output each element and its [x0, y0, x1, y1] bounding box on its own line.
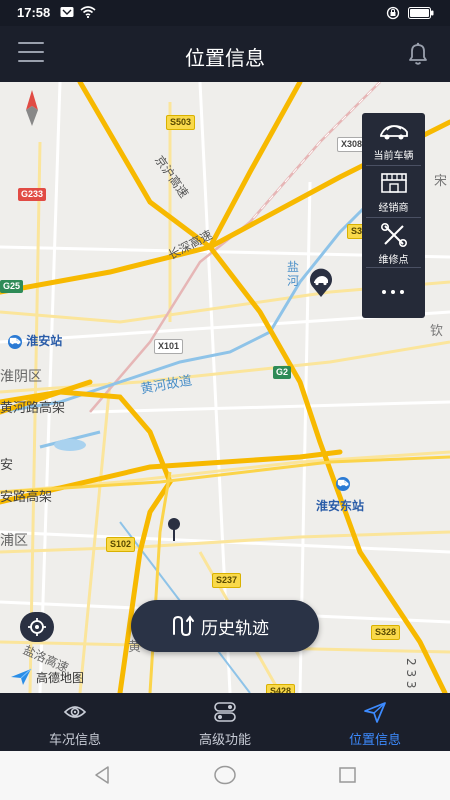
- car-icon: [380, 125, 408, 140]
- back-icon[interactable]: [92, 765, 112, 785]
- bottom-tab-bar: 车况信息 高级功能 位置信息: [0, 693, 450, 751]
- district-label-pu: 浦区: [0, 533, 28, 549]
- road-badge-g25: G25: [0, 280, 24, 293]
- crosshair-icon: [28, 618, 46, 636]
- road-label-huanghe: 黄河路高架: [0, 401, 66, 416]
- road-badge-g233: G233: [18, 188, 47, 201]
- recents-icon[interactable]: [338, 765, 358, 785]
- current-position-pin: [168, 518, 180, 541]
- dealer-label: 经销商: [378, 203, 409, 214]
- repair-label: 维修点: [378, 255, 409, 266]
- station-label-huaian-east: ⛟ 淮安东站: [316, 477, 365, 513]
- wifi-icon: [80, 6, 96, 18]
- tab-vehicle-status-label: 车况信息: [48, 733, 101, 748]
- more-button[interactable]: [362, 269, 425, 315]
- road-badge-s328: S328: [371, 625, 401, 640]
- tab-location-label: 位置信息: [348, 733, 401, 748]
- road-badge-g2: G2: [273, 366, 292, 379]
- lock-rotation-icon: [386, 6, 400, 20]
- road-badge-s428: S428: [266, 684, 296, 693]
- page-title: 位置信息: [185, 46, 265, 70]
- road-badge-s503: S503: [166, 115, 196, 130]
- status-bar: 17:58: [0, 0, 450, 26]
- amap-logo-icon: [11, 668, 32, 685]
- amap-logo-text: 高德地图: [36, 670, 85, 685]
- tab-advanced-label: 高级功能: [198, 733, 251, 748]
- train-station-icon: ⛟: [8, 334, 22, 349]
- status-time: 17:58: [17, 5, 51, 20]
- dealer-button[interactable]: 经销商: [362, 167, 425, 217]
- bell-icon: [409, 42, 427, 65]
- map-view[interactable]: 京沪高速 长深高速 ⛟ 淮安站 淮阴区 黄河路高架 黄河故道 安 安路高架 浦区…: [0, 82, 450, 693]
- notification-button[interactable]: [406, 41, 430, 67]
- history-track-label: 历史轨迹: [201, 619, 269, 639]
- road-badge-s102: S102: [106, 537, 136, 552]
- train-station-icon: ⛟: [336, 477, 350, 491]
- district-label-huaiyin: 淮阴区: [0, 369, 42, 385]
- current-vehicle-button[interactable]: 当前车辆: [362, 115, 425, 165]
- map-side-panel: 当前车辆 经销商 维修点: [362, 113, 425, 318]
- home-icon[interactable]: [213, 765, 237, 785]
- repair-button[interactable]: 维修点: [362, 219, 425, 269]
- store-icon: [381, 173, 407, 193]
- wrench-screwdriver-icon: [381, 223, 407, 247]
- vehicle-location-marker[interactable]: [308, 268, 334, 298]
- history-track-button[interactable]: 历史轨迹: [131, 600, 319, 652]
- river-label-yan-2: 河: [287, 274, 300, 288]
- expressway-number: 2 3 3: [404, 658, 418, 689]
- tab-advanced[interactable]: 高级功能: [150, 693, 300, 751]
- current-vehicle-label: 当前车辆: [373, 151, 414, 162]
- road-label-an: 安路高架: [0, 490, 53, 505]
- route-icon: [173, 615, 194, 637]
- send-location-icon: [364, 702, 386, 723]
- label-qin: 钦: [430, 324, 444, 339]
- label-an-left: 安: [0, 458, 14, 473]
- tab-vehicle-status[interactable]: 车况信息: [0, 693, 150, 751]
- road-badge-s237: S237: [212, 573, 242, 588]
- locate-button[interactable]: [20, 612, 54, 642]
- road-badge-x101: X101: [154, 339, 184, 354]
- tab-location[interactable]: 位置信息: [300, 693, 450, 751]
- toggle-switches-icon: [214, 702, 236, 722]
- battery-icon: [408, 7, 434, 19]
- compass-icon: [26, 90, 38, 126]
- label-song: 宋: [434, 174, 448, 189]
- eye-target-icon: [63, 706, 87, 718]
- amap-logo: 高德地图: [10, 668, 84, 686]
- message-icon: [60, 7, 74, 17]
- system-nav-bar: [0, 751, 450, 800]
- station-label-huaian: ⛟ 淮安站: [8, 334, 63, 349]
- more-icon: [382, 290, 386, 294]
- header: 位置信息: [0, 26, 450, 82]
